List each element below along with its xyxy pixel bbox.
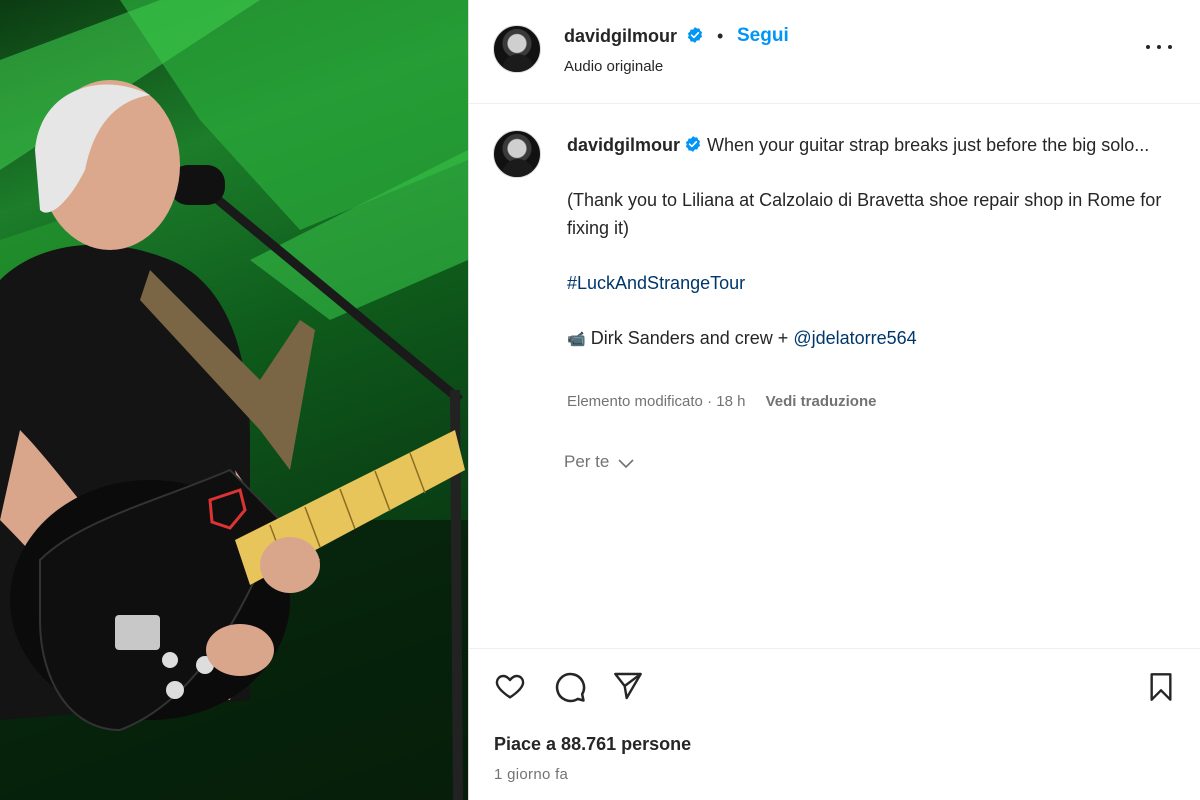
mention-link[interactable]: @jdelatorre564: [793, 328, 916, 348]
caption-meta: Elemento modificato · 18 h Vedi traduzio…: [567, 393, 876, 410]
post-caption: davidgilmour When your guitar strap brea…: [567, 131, 1167, 354]
camera-emoji-icon: 📹: [567, 331, 586, 348]
post-media[interactable]: [0, 0, 468, 800]
caption-thanks-text: (Thank you to Liliana at Calzolaio di Br…: [567, 190, 1162, 238]
edited-label: Elemento modificato: [567, 393, 703, 410]
post-details-panel: davidgilmour • Segui Audio originale dav…: [469, 0, 1200, 800]
author-username-text[interactable]: davidgilmour: [564, 26, 677, 46]
heart-icon[interactable]: [493, 670, 527, 702]
likes-count[interactable]: Piace a 88.761 persone: [494, 734, 691, 755]
header-separator: •: [717, 26, 724, 46]
see-translation-button[interactable]: Vedi traduzione: [766, 393, 877, 410]
for-you-dropdown[interactable]: Per te: [564, 452, 634, 472]
post-timestamp[interactable]: 1 giorno fa: [494, 766, 568, 783]
verified-badge-icon: [687, 27, 703, 43]
post-photo: [0, 0, 468, 800]
caption-author-avatar[interactable]: [493, 130, 541, 178]
credit-text: Dirk Sanders and crew +: [590, 328, 789, 348]
post-header: davidgilmour • Segui Audio originale: [469, 0, 1200, 104]
comment-icon[interactable]: [553, 670, 587, 704]
follow-button[interactable]: Segui: [737, 25, 789, 47]
bookmark-icon[interactable]: [1145, 670, 1177, 704]
verified-badge-icon: [685, 136, 701, 152]
edited-separator: ·: [707, 393, 713, 410]
author-username[interactable]: davidgilmour: [564, 26, 704, 47]
more-options-icon[interactable]: [1144, 36, 1174, 56]
chevron-down-icon: [618, 459, 634, 469]
caption-username[interactable]: davidgilmour: [567, 135, 680, 155]
author-avatar[interactable]: [493, 25, 541, 73]
caption-main-text: When your guitar strap breaks just befor…: [707, 135, 1150, 155]
paper-plane-icon[interactable]: [611, 670, 645, 702]
for-you-label: Per te: [564, 452, 610, 471]
actions-divider: [469, 648, 1200, 649]
edited-time: 18 h: [716, 393, 746, 410]
audio-link[interactable]: Audio originale: [564, 58, 663, 75]
hashtag-link[interactable]: #LuckAndStrangeTour: [567, 273, 745, 293]
